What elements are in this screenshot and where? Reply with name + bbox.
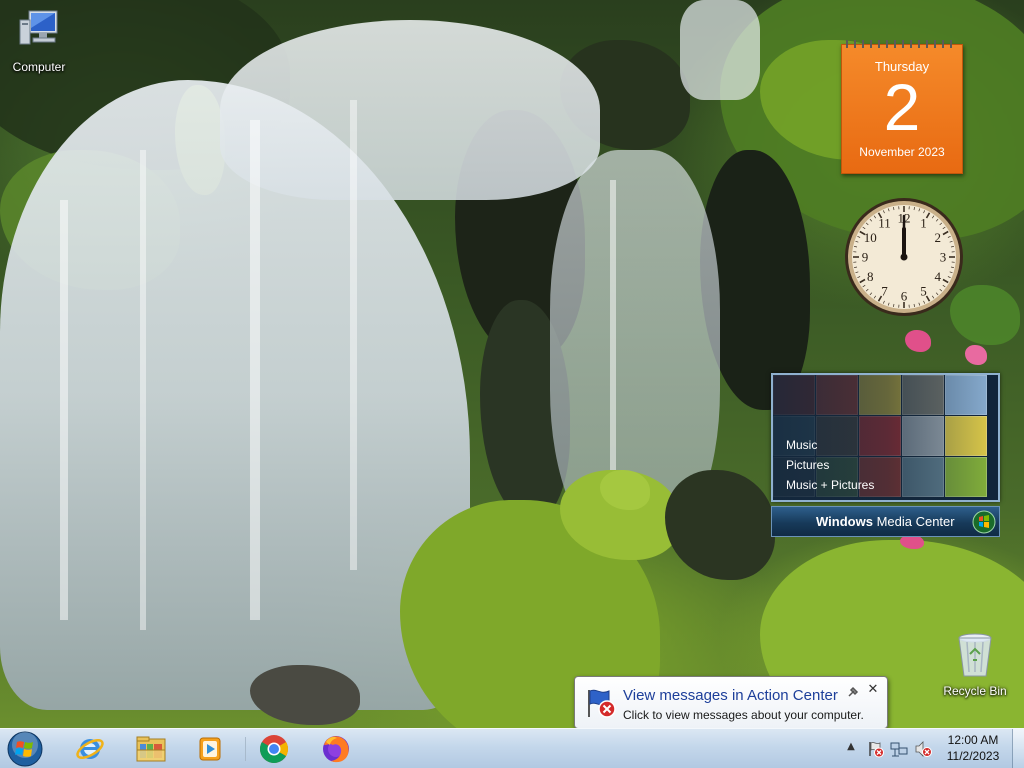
show-hidden-icons-button[interactable]: ▲: [845, 741, 857, 755]
firefox-icon: [323, 736, 349, 763]
taskbar-internet-explorer[interactable]: [64, 731, 116, 767]
clock-number: 2: [935, 230, 942, 245]
computer-icon: [1, 8, 77, 57]
system-clock[interactable]: 12:00 AM 11/2/2023: [940, 732, 1006, 764]
desktop-icon-label: Recycle Bin: [943, 684, 1007, 698]
internet-explorer-icon: [76, 739, 104, 759]
recycle-bin-icon: [937, 632, 1013, 681]
network-icon[interactable]: [890, 740, 908, 758]
media-center-menu-music-pictures[interactable]: Music + Pictures: [786, 475, 874, 495]
action-center-notification[interactable]: View messages in Action Center Click to …: [574, 676, 888, 737]
clock-number: 11: [878, 216, 891, 231]
taskbar: ▲ 12:00 AM 11/2/2023: [0, 728, 1024, 768]
desktop-icon-label: Computer: [12, 60, 66, 74]
action-center-flag-icon: [585, 687, 617, 722]
clock-number: 3: [940, 250, 947, 265]
calendar-rings: [846, 40, 958, 48]
media-center-menu-music[interactable]: Music: [786, 435, 874, 455]
clock-number: 7: [881, 283, 888, 298]
taskbar-media-player[interactable]: [184, 731, 236, 767]
notification-close-button[interactable]: ✕: [866, 683, 880, 697]
notification-title: View messages in Action Center: [623, 687, 838, 704]
media-center-menu: Music Pictures Music + Pictures: [786, 435, 874, 495]
media-center-logo-icon: [972, 510, 996, 537]
desktop-icon-recycle-bin[interactable]: Recycle Bin: [937, 632, 1013, 698]
media-center-launch-bar[interactable]: Windows Media Center: [771, 506, 1000, 537]
calendar-month-year: November 2023: [859, 145, 945, 159]
taskbar-windows-explorer[interactable]: [125, 731, 177, 767]
clock-number: 1: [920, 216, 927, 231]
clock-number: 9: [862, 250, 869, 265]
volume-muted-icon[interactable]: [914, 740, 932, 758]
clock-number: 10: [864, 230, 877, 245]
media-center-menu-pictures[interactable]: Pictures: [786, 455, 874, 475]
media-center-brand: Windows Media Center: [816, 514, 955, 529]
action-center-flag-icon[interactable]: [867, 740, 885, 758]
windows-start-orb-icon: [7, 731, 43, 767]
chrome-icon: [260, 735, 288, 763]
file-explorer-icon: [136, 736, 166, 762]
show-desktop-button[interactable]: [1012, 729, 1024, 768]
media-center-gadget[interactable]: Music Pictures Music + Pictures: [771, 373, 1000, 502]
calendar-gadget[interactable]: Thursday 2 November 2023: [841, 40, 963, 174]
system-date: 11/2/2023: [946, 749, 1000, 763]
clock-number: 6: [901, 289, 908, 304]
taskbar-google-chrome[interactable]: [248, 731, 300, 767]
taskbar-separator: [245, 737, 246, 761]
clock-number: 4: [935, 269, 942, 284]
notification-text: Click to view messages about your comput…: [623, 708, 864, 722]
taskbar-firefox[interactable]: [310, 731, 362, 767]
media-player-icon: [199, 737, 221, 761]
desktop-icon-computer[interactable]: Computer: [1, 8, 77, 74]
clock-number: 5: [920, 283, 927, 298]
clock-gadget[interactable]: 121234567891011: [843, 196, 965, 318]
start-button[interactable]: [6, 730, 44, 768]
system-time: 12:00 AM: [947, 733, 999, 747]
clock-number: 8: [867, 269, 874, 284]
clock-face: 121234567891011: [845, 198, 963, 316]
calendar-day-number: 2: [883, 70, 921, 144]
notification-options-icon[interactable]: [847, 686, 859, 698]
